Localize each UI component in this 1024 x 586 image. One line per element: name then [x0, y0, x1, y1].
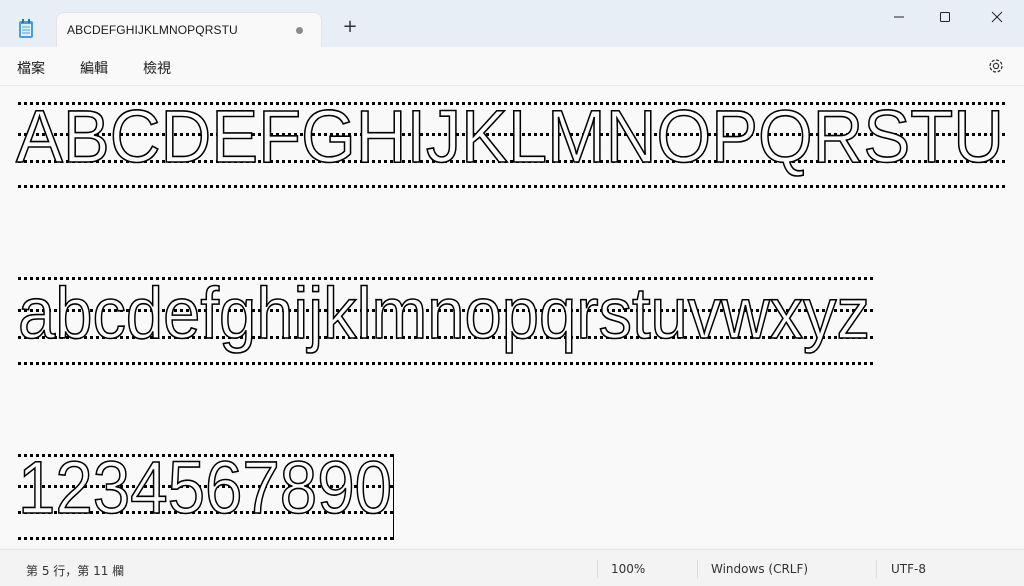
title-bar: ABCDEFGHIJKLMNOPQRSTU +: [0, 0, 1024, 47]
line-numbers: 1234567890: [18, 446, 392, 529]
minimize-button[interactable]: [876, 0, 922, 34]
zoom-level[interactable]: 100%: [611, 562, 645, 576]
line-ending[interactable]: Windows (CRLF): [711, 562, 808, 576]
encoding[interactable]: UTF-8: [891, 562, 926, 576]
new-tab-button[interactable]: +: [340, 17, 360, 37]
line-uppercase: ABCDEFGHIJKLMNOPQRSTU: [16, 95, 1004, 178]
minimize-icon: [894, 16, 904, 18]
gear-icon[interactable]: [987, 57, 1005, 75]
maximize-button[interactable]: [922, 0, 968, 34]
line-lowercase: abcdefghijklmnopqrstuvwxyz: [18, 274, 870, 354]
tab-title: ABCDEFGHIJKLMNOPQRSTU: [67, 23, 238, 37]
status-separator: [597, 560, 598, 578]
close-icon: [991, 11, 1003, 23]
notepad-icon[interactable]: [18, 19, 34, 39]
tracing-text-canvas: ABCDEFGHIJKLMNOPQRSTU abcdefghijklmnopqr…: [15, 94, 1008, 540]
status-separator: [876, 560, 877, 578]
menu-bar: 檔案 編輯 檢視: [0, 47, 1024, 86]
text-editor[interactable]: ABCDEFGHIJKLMNOPQRSTU abcdefghijklmnopqr…: [0, 86, 1024, 548]
text-caret: [393, 454, 394, 540]
menu-file[interactable]: 檔案: [17, 58, 45, 78]
menu-view[interactable]: 檢視: [143, 58, 171, 78]
tab-document[interactable]: ABCDEFGHIJKLMNOPQRSTU: [56, 12, 322, 47]
cursor-position[interactable]: 第 5 行，第 11 欄: [26, 562, 124, 579]
maximize-icon: [940, 12, 950, 22]
unsaved-indicator-icon[interactable]: [296, 27, 303, 34]
status-bar: 第 5 行，第 11 欄 100% Windows (CRLF) UTF-8: [0, 549, 1024, 586]
close-button[interactable]: [974, 0, 1020, 34]
status-separator: [697, 560, 698, 578]
menu-edit[interactable]: 編輯: [80, 58, 108, 78]
